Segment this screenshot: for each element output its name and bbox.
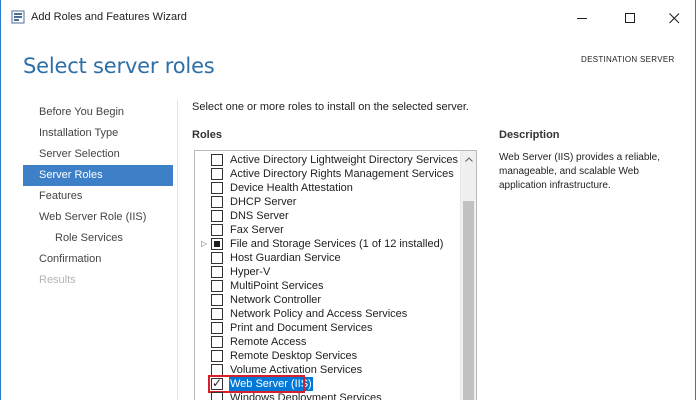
- role-checkbox[interactable]: [211, 280, 223, 292]
- role-item[interactable]: MultiPoint Services: [195, 279, 461, 293]
- role-checkbox[interactable]: [211, 350, 223, 362]
- role-label[interactable]: Active Directory Rights Management Servi…: [229, 167, 455, 181]
- role-item[interactable]: Network Policy and Access Services: [195, 307, 461, 321]
- nav-item-features[interactable]: Features: [23, 186, 173, 207]
- role-label[interactable]: Remote Access: [229, 335, 307, 349]
- description-heading: Description: [499, 129, 560, 141]
- role-checkbox[interactable]: [211, 182, 223, 194]
- wizard-nav: Before You Begin Installation Type Serve…: [23, 102, 173, 291]
- role-label[interactable]: MultiPoint Services: [229, 279, 325, 293]
- maximize-icon: [624, 12, 635, 23]
- nav-item-confirmation[interactable]: Confirmation: [23, 249, 173, 270]
- title-bar: Add Roles and Features Wizard: [1, 0, 695, 36]
- chevron-up-icon: [465, 156, 473, 162]
- role-item[interactable]: Active Directory Rights Management Servi…: [195, 167, 461, 181]
- nav-divider: [177, 100, 178, 400]
- role-item[interactable]: Device Health Attestation: [195, 181, 461, 195]
- role-label[interactable]: Host Guardian Service: [229, 251, 342, 265]
- role-label[interactable]: Network Policy and Access Services: [229, 307, 408, 321]
- role-checkbox[interactable]: [211, 322, 223, 334]
- close-button[interactable]: [651, 0, 696, 36]
- window-title: Add Roles and Features Wizard: [31, 11, 187, 23]
- roles-list: Active Directory Lightweight Directory S…: [194, 150, 477, 400]
- role-checkbox[interactable]: [211, 336, 223, 348]
- role-label[interactable]: Active Directory Lightweight Directory S…: [229, 153, 459, 167]
- role-item[interactable]: Windows Deployment Services: [195, 391, 461, 400]
- maximize-button[interactable]: [607, 0, 653, 36]
- role-item[interactable]: Remote Desktop Services: [195, 349, 461, 363]
- role-item[interactable]: Host Guardian Service: [195, 251, 461, 265]
- instruction-text: Select one or more roles to install on t…: [192, 101, 469, 113]
- role-checkbox[interactable]: [211, 308, 223, 320]
- nav-item-results: Results: [39, 274, 76, 286]
- nav-item-server-selection[interactable]: Server Selection: [23, 144, 173, 165]
- role-checkbox[interactable]: [211, 210, 223, 222]
- destination-server-label: DESTINATION SERVER: [581, 55, 675, 64]
- role-label[interactable]: DHCP Server: [229, 195, 297, 209]
- page-title: Select server roles: [23, 54, 215, 78]
- role-item[interactable]: Hyper-V: [195, 265, 461, 279]
- role-item[interactable]: Remote Access: [195, 335, 461, 349]
- minimize-button[interactable]: [559, 0, 605, 36]
- nav-item-before-you-begin[interactable]: Before You Begin: [23, 102, 173, 123]
- triangle-right-icon[interactable]: ▷: [201, 239, 207, 249]
- scroll-up-button[interactable]: [461, 151, 476, 167]
- role-checkbox[interactable]: [211, 252, 223, 264]
- role-label[interactable]: Device Health Attestation: [229, 181, 354, 195]
- roles-heading: Roles: [192, 129, 222, 141]
- role-item[interactable]: Fax Server: [195, 223, 461, 237]
- role-label[interactable]: File and Storage Services (1 of 12 insta…: [229, 237, 444, 251]
- roles-scrollbar[interactable]: [460, 151, 476, 400]
- role-checkbox[interactable]: [211, 154, 223, 166]
- role-item[interactable]: Print and Document Services: [195, 321, 461, 335]
- role-checkbox[interactable]: [211, 168, 223, 180]
- nav-item-role-services[interactable]: Role Services: [23, 228, 173, 249]
- role-label[interactable]: DNS Server: [229, 209, 290, 223]
- role-item[interactable]: Network Controller: [195, 293, 461, 307]
- role-item[interactable]: Web Server (IIS): [195, 375, 461, 393]
- role-label[interactable]: Windows Deployment Services: [229, 391, 383, 400]
- wizard-window: Add Roles and Features Wizard Select ser…: [0, 0, 696, 400]
- role-checkbox[interactable]: [211, 196, 223, 208]
- scroll-thumb[interactable]: [463, 201, 474, 400]
- role-checkbox[interactable]: [211, 224, 223, 236]
- role-label[interactable]: Fax Server: [229, 223, 285, 237]
- nav-item-installation-type[interactable]: Installation Type: [23, 123, 173, 144]
- role-label[interactable]: Network Controller: [229, 293, 322, 307]
- role-checkbox[interactable]: [211, 392, 223, 400]
- role-item[interactable]: DHCP Server: [195, 195, 461, 209]
- server-manager-icon: [11, 10, 25, 24]
- role-checkbox[interactable]: [211, 294, 223, 306]
- role-label[interactable]: Remote Desktop Services: [229, 349, 358, 363]
- minimize-icon: [576, 17, 587, 19]
- description-text: Web Server (IIS) provides a reliable, ma…: [499, 152, 660, 191]
- role-label[interactable]: Hyper-V: [229, 265, 271, 279]
- role-checkbox[interactable]: [211, 266, 223, 278]
- role-item[interactable]: DNS Server: [195, 209, 461, 223]
- role-item[interactable]: ▷ File and Storage Services (1 of 12 inst…: [195, 237, 461, 251]
- role-checkbox[interactable]: [211, 238, 223, 250]
- close-icon: [668, 12, 679, 23]
- role-label[interactable]: Print and Document Services: [229, 321, 373, 335]
- nav-item-server-roles[interactable]: Server Roles: [23, 165, 173, 186]
- nav-item-web-server-role[interactable]: Web Server Role (IIS): [23, 207, 173, 228]
- role-item[interactable]: Active Directory Lightweight Directory S…: [195, 153, 461, 167]
